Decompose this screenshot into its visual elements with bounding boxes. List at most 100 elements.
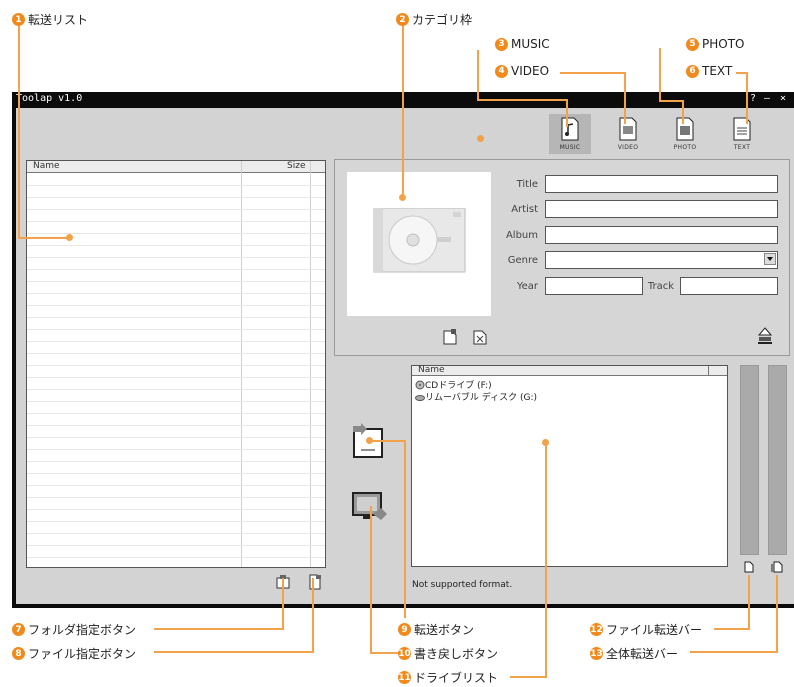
- leader-line: [510, 676, 547, 678]
- annotation-label: TEXT: [702, 64, 733, 78]
- leader-line: [154, 651, 314, 653]
- genre-select[interactable]: [545, 251, 778, 269]
- leader-line: [566, 99, 568, 127]
- music-icon: [561, 117, 579, 141]
- album-label: Album: [505, 230, 538, 241]
- annotation-number: 2: [396, 13, 409, 26]
- col-name-header[interactable]: Name: [33, 161, 60, 171]
- close-button[interactable]: ×: [780, 93, 786, 104]
- table-row: [27, 461, 325, 462]
- table-row: [27, 485, 325, 486]
- title-field[interactable]: [545, 175, 778, 193]
- leader-dot: [477, 135, 484, 142]
- table-row: [27, 473, 325, 474]
- genre-label: Genre: [507, 255, 538, 266]
- drive-list[interactable]: Name CDドライブ (F:) リムーバブル ディスク (G:): [411, 365, 728, 567]
- col-size-header[interactable]: Size: [287, 161, 305, 171]
- title-label: Title: [516, 179, 538, 190]
- annotation-label: カテゴリ枠: [412, 13, 473, 27]
- annotation-label: 転送ボタン: [414, 623, 475, 637]
- table-row: [27, 413, 325, 414]
- help-button[interactable]: ?: [750, 93, 756, 104]
- status-text: Not supported format.: [412, 580, 513, 590]
- text-icon: [733, 117, 751, 141]
- leader-line: [370, 652, 398, 654]
- leader-line: [624, 72, 626, 124]
- table-row: [27, 509, 325, 510]
- annotation-number: 12: [590, 623, 603, 636]
- table-row: [27, 353, 325, 354]
- year-label: Year: [516, 281, 538, 292]
- annotation-label: MUSIC: [511, 37, 550, 51]
- category-music-label: MUSIC: [559, 144, 581, 151]
- table-row: [27, 521, 325, 522]
- table-row: [27, 365, 325, 366]
- leader-dot: [366, 437, 373, 444]
- category-music-button[interactable]: MUSIC: [549, 114, 591, 154]
- leader-line: [18, 237, 70, 239]
- artwork-delete-button[interactable]: [472, 328, 488, 346]
- leader-line: [746, 72, 748, 124]
- table-row: [27, 533, 325, 534]
- total-transfer-bar: [768, 365, 787, 555]
- annotation-number: 13: [590, 647, 603, 660]
- drive-item-removable[interactable]: リムーバブル ディスク (G:): [415, 391, 538, 403]
- artwork-add-button[interactable]: [442, 328, 458, 346]
- leader-line: [370, 506, 372, 654]
- write-tag-button[interactable]: [756, 326, 774, 346]
- annotation-number: 9: [398, 623, 411, 636]
- annotation-label: ファイル指定ボタン: [28, 647, 137, 661]
- annotation-file-select: 8 ファイル指定ボタン: [12, 645, 136, 662]
- drive-item-label: リムーバブル ディスク (G:): [425, 393, 538, 403]
- category-video-button[interactable]: VIDEO: [607, 114, 649, 154]
- artist-label: Artist: [511, 204, 538, 215]
- leader-line: [714, 628, 750, 630]
- annotation-label: 全体転送バー: [606, 647, 679, 661]
- annotation-number: 5: [686, 37, 699, 51]
- annotation-photo: 5 PHOTO: [686, 37, 744, 51]
- table-row: [27, 281, 325, 282]
- album-field[interactable]: [545, 226, 778, 244]
- file-add-icon: [309, 574, 321, 590]
- table-row: [27, 257, 325, 258]
- annotation-label: 転送リスト: [28, 13, 89, 27]
- table-row: [27, 401, 325, 402]
- leader-line: [312, 578, 314, 653]
- transfer-list[interactable]: Name Size: [26, 160, 326, 568]
- genre-dropdown-button[interactable]: [764, 253, 776, 265]
- annotation-label: VIDEO: [511, 64, 550, 78]
- artist-field[interactable]: [545, 200, 778, 218]
- leader-line: [776, 575, 778, 653]
- chevron-down-icon: [767, 257, 773, 261]
- drive-col-name-header[interactable]: Name: [418, 365, 445, 375]
- category-text-button[interactable]: TEXT: [721, 114, 763, 154]
- leader-line: [659, 100, 684, 102]
- file-select-button[interactable]: [306, 573, 324, 591]
- image-add-icon: [443, 329, 457, 345]
- annotation-file-transfer-bar: 12 ファイル転送バー: [590, 621, 702, 638]
- annotation-drive-list: 11 ドライブリスト: [398, 669, 498, 686]
- leader-dot: [542, 439, 549, 446]
- track-field[interactable]: [680, 277, 778, 295]
- drive-item-cd[interactable]: CDドライブ (F:): [415, 379, 492, 391]
- leader-line: [545, 440, 547, 678]
- category-photo-button[interactable]: PHOTO: [664, 114, 706, 154]
- annotation-number: 8: [12, 647, 25, 660]
- image-delete-icon: [473, 330, 487, 345]
- minimize-button[interactable]: –: [764, 93, 770, 104]
- category-text-label: TEXT: [733, 144, 751, 151]
- table-row: [27, 317, 325, 318]
- annotation-label: ファイル転送バー: [606, 623, 703, 637]
- annotation-folder-select: 7 フォルダ指定ボタン: [12, 621, 136, 638]
- annotation-label: ドライブリスト: [414, 671, 499, 685]
- table-row: [27, 425, 325, 426]
- table-row: [27, 293, 325, 294]
- leader-line: [154, 628, 284, 630]
- leader-dot: [399, 194, 406, 201]
- annotation-category-frame: 2 カテゴリ枠: [396, 11, 472, 28]
- annotation-text: 6 TEXT: [686, 64, 732, 78]
- table-row: [27, 497, 325, 498]
- file-icon: [744, 561, 754, 573]
- table-row: [27, 557, 325, 558]
- annotation-number: 6: [686, 64, 699, 78]
